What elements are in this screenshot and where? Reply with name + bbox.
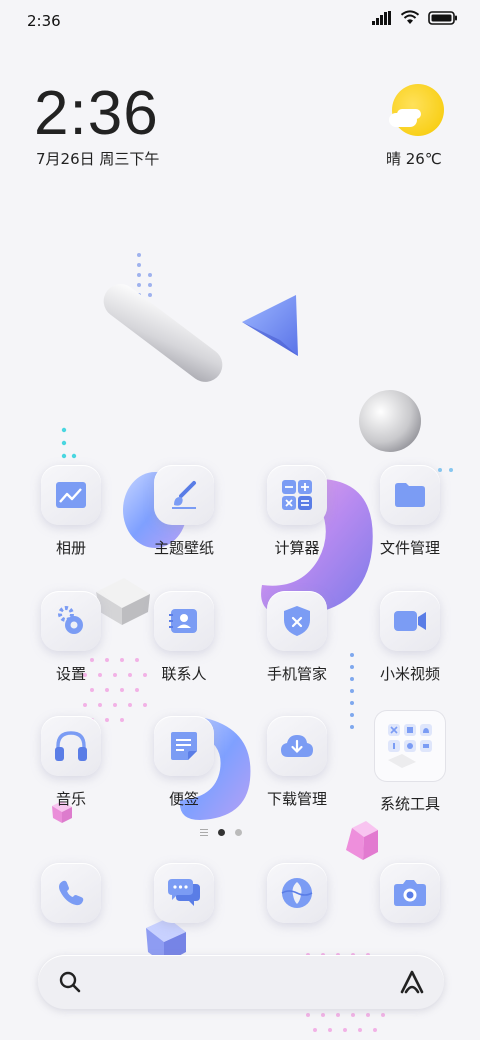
video-camera-icon — [394, 611, 426, 631]
app-label: 计算器 — [274, 539, 320, 557]
calculator-icon — [282, 480, 312, 510]
wifi-icon — [400, 10, 420, 24]
dock-messages[interactable] — [134, 863, 234, 923]
app-label: 系统工具 — [379, 795, 440, 813]
app-security[interactable]: 手机管家 — [247, 591, 347, 684]
app-gallery[interactable]: 相册 — [21, 465, 121, 558]
gear-icon — [58, 606, 83, 634]
security-shield-icon — [284, 606, 310, 636]
app-label: 设置 — [55, 665, 86, 683]
app-theme-wallpaper[interactable]: 主题壁纸 — [134, 465, 234, 558]
app-label: 音乐 — [55, 790, 86, 808]
messages-icon — [168, 879, 200, 906]
cloud-part-icon — [389, 113, 417, 127]
page-indicator[interactable] — [200, 829, 242, 836]
app-label: 小米视频 — [379, 665, 440, 683]
dock-camera[interactable] — [360, 863, 460, 923]
app-label: 主题壁纸 — [153, 539, 214, 557]
page-list-icon[interactable] — [200, 829, 208, 836]
browser-icon — [281, 878, 313, 908]
status-time: 2:36 — [27, 12, 61, 30]
clock-widget-time[interactable]: 2:36 — [34, 78, 159, 149]
battery-icon — [428, 10, 457, 25]
app-mi-video[interactable]: 小米视频 — [360, 591, 460, 684]
clock-widget-date[interactable]: 7月26日 周三下午 — [36, 148, 159, 169]
notes-icon — [171, 732, 197, 760]
search-icon[interactable] — [58, 970, 82, 994]
app-label: 下载管理 — [266, 790, 327, 808]
signal-icon — [372, 10, 391, 25]
app-download-manager[interactable]: 下载管理 — [247, 716, 347, 809]
sun-cloud-icon[interactable] — [392, 84, 444, 136]
app-contacts[interactable]: 联系人 — [134, 591, 234, 684]
camera-icon — [394, 880, 426, 906]
weather-temperature[interactable]: 晴 26℃ — [386, 148, 442, 169]
assistant-a-icon[interactable] — [398, 968, 426, 996]
app-notes[interactable]: 便签 — [134, 716, 234, 809]
folder-icon — [395, 483, 425, 507]
dock-phone[interactable] — [21, 863, 121, 923]
dock-browser[interactable] — [247, 863, 347, 923]
app-music[interactable]: 音乐 — [21, 716, 121, 809]
app-label: 文件管理 — [379, 539, 440, 557]
contacts-icon — [169, 609, 197, 633]
theme-brush-icon — [172, 481, 196, 509]
page-dot-2[interactable] — [235, 829, 242, 836]
app-folder-system-tools[interactable]: 系统工具 — [360, 711, 460, 814]
app-settings[interactable]: 设置 — [21, 591, 121, 684]
app-label: 手机管家 — [266, 665, 327, 683]
phone-icon — [59, 880, 84, 906]
app-file-manager[interactable]: 文件管理 — [360, 465, 460, 558]
app-label: 联系人 — [161, 665, 207, 683]
folder-grid-icon — [388, 724, 432, 768]
status-bar: 2:36 — [0, 0, 480, 44]
app-label: 便签 — [168, 790, 199, 808]
app-label: 相册 — [55, 539, 86, 557]
page-dot-1[interactable] — [218, 829, 225, 836]
cloud-download-icon — [281, 735, 313, 757]
search-bar[interactable] — [38, 955, 444, 1009]
app-calculator[interactable]: 计算器 — [247, 465, 347, 558]
gallery-icon — [56, 482, 86, 508]
headphones-icon — [55, 731, 87, 761]
